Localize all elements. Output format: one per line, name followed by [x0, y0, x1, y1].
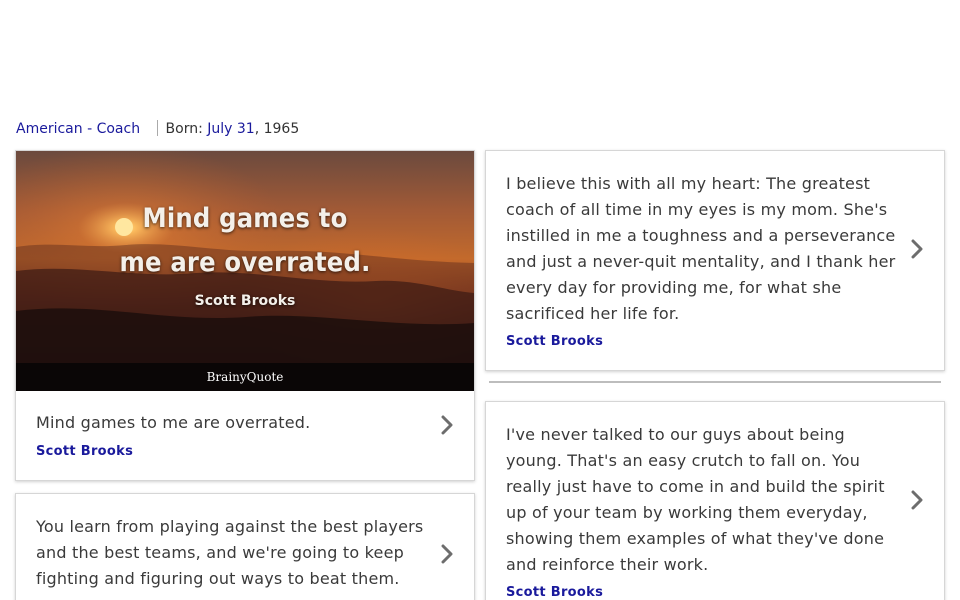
picture-quote-author: Scott Brooks [194, 293, 296, 309]
birth-year: , 1965 [254, 121, 300, 137]
quote-author-link[interactable]: Scott Brooks [506, 334, 603, 349]
chevron-right-icon[interactable] [440, 415, 454, 435]
born-label: Born: [165, 121, 208, 137]
section-divider [489, 381, 941, 383]
birthdate-link[interactable]: July 31 [207, 121, 254, 137]
chevron-right-icon[interactable] [910, 490, 924, 510]
page: American - Coach Born: July 31, 1965 Min… [0, 0, 960, 600]
brainyquote-watermark: BrainyQuote [206, 370, 284, 384]
nationality-link[interactable]: American [16, 121, 83, 137]
chevron-right-icon[interactable] [910, 239, 924, 259]
bio-divider [156, 120, 158, 136]
quote-author-link[interactable]: Scott Brooks [506, 585, 603, 600]
chevron-right-icon[interactable] [440, 544, 454, 564]
quote-picture[interactable]: Mind games to me are overrated. Scott Br… [16, 151, 474, 391]
picture-quote-line-1: Mind games to [142, 203, 348, 234]
picture-quote-line-2: me are overrated. [119, 247, 371, 278]
author-bio-line: American - Coach Born: July 31, 1965 [16, 120, 299, 137]
quote-card: I believe this with all my heart: The gr… [485, 150, 945, 371]
quote-card: You learn from playing against the best … [15, 493, 475, 600]
quote-text[interactable]: You learn from playing against the best … [36, 514, 428, 592]
quote-text[interactable]: I believe this with all my heart: The gr… [506, 171, 902, 327]
bio-separator: - [82, 121, 97, 137]
quote-text[interactable]: Mind games to me are overrated. [36, 410, 416, 436]
profession-link[interactable]: Coach [97, 121, 141, 137]
quote-author-link[interactable]: Scott Brooks [36, 444, 133, 459]
quote-card-picture: Mind games to me are overrated. Scott Br… [15, 150, 475, 481]
quote-card: I've never talked to our guys about bein… [485, 401, 945, 600]
quote-text[interactable]: I've never talked to our guys about bein… [506, 422, 906, 578]
